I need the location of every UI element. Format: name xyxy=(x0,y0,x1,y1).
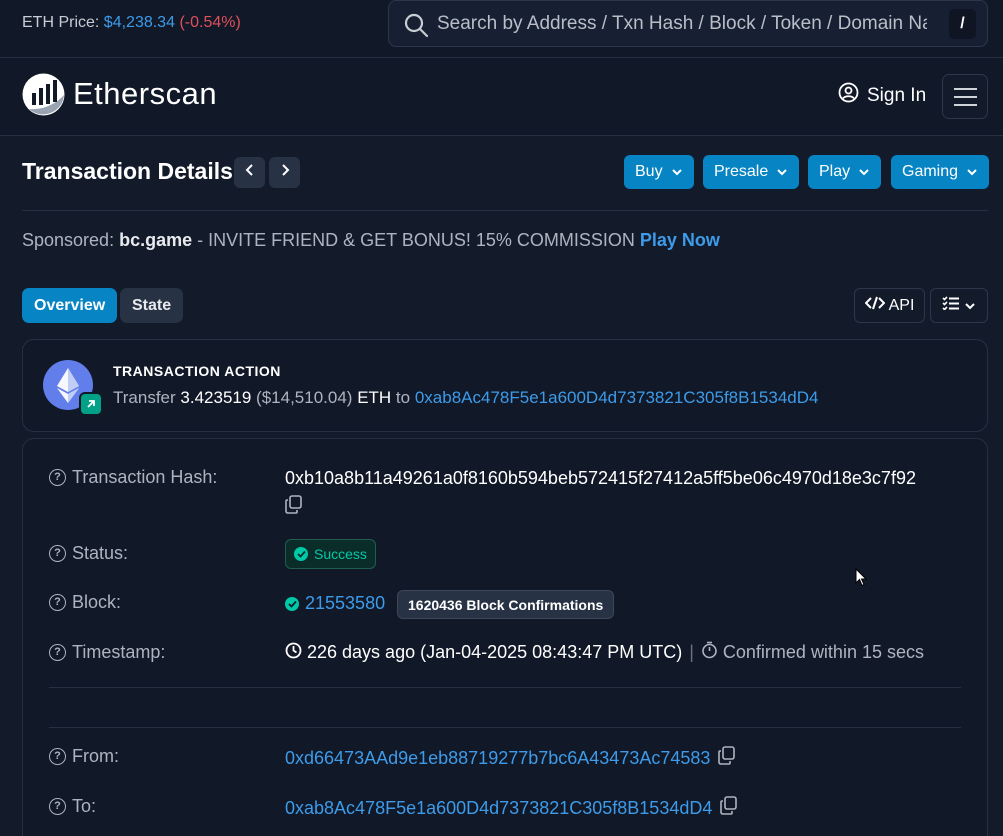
action-to-word: to xyxy=(395,388,411,407)
action-token: ETH xyxy=(357,388,392,407)
timestamp-label: ? Timestamp: xyxy=(49,642,165,663)
check-circle-icon xyxy=(294,547,308,561)
action-to-address-link[interactable]: 0xab8Ac478F5e1a600D4d7373821C305f8B1534d… xyxy=(415,388,819,407)
transaction-action-title: TRANSACTION ACTION xyxy=(113,363,281,379)
stopwatch-icon xyxy=(701,641,718,664)
question-circle-icon[interactable]: ? xyxy=(49,798,66,815)
gaming-dropdown[interactable]: Gaming xyxy=(891,155,990,189)
eth-price-label: ETH Price: xyxy=(22,14,100,31)
chevron-down-icon xyxy=(671,163,683,181)
search-shortcut-key: / xyxy=(949,9,976,39)
divider xyxy=(22,210,988,211)
chevron-right-icon xyxy=(280,163,290,182)
eth-price-value[interactable]: $4,238.34 xyxy=(104,14,175,31)
question-circle-icon[interactable]: ? xyxy=(49,748,66,765)
play-dropdown[interactable]: Play xyxy=(808,155,882,189)
transaction-hash-label: ? Transaction Hash: xyxy=(49,467,217,488)
action-usd: ($14,510.04) xyxy=(256,388,353,407)
to-label: ? To: xyxy=(49,796,96,817)
list-icon xyxy=(942,296,960,315)
menu-icon xyxy=(954,88,977,90)
timestamp-separator: | xyxy=(689,642,694,662)
code-icon xyxy=(864,296,886,315)
chevron-left-icon xyxy=(245,163,255,182)
search-icon xyxy=(403,12,429,43)
status-label: ? Status: xyxy=(49,543,128,564)
mouse-cursor-icon xyxy=(855,567,868,592)
tab-overview[interactable]: Overview xyxy=(22,288,118,323)
presale-label: Presale xyxy=(714,163,769,180)
sponsored-cta-link[interactable]: Play Now xyxy=(640,230,720,250)
question-circle-icon[interactable]: ? xyxy=(49,644,66,661)
eth-price: ETH Price: $4,238.34 (-0.54%) xyxy=(22,14,241,32)
transaction-action-summary: Transfer 3.423519 ($14,510.04) ETH to 0x… xyxy=(113,388,818,408)
divider xyxy=(49,687,961,688)
eth-price-change: (-0.54%) xyxy=(179,14,241,31)
gaming-label: Gaming xyxy=(902,163,959,180)
sign-in-label: Sign In xyxy=(867,84,927,106)
sponsored-text: - INVITE FRIEND & GET BONUS! 15% COMMISS… xyxy=(192,230,640,250)
play-label: Play xyxy=(819,163,851,180)
arrow-up-right-icon xyxy=(79,392,103,416)
tab-state[interactable]: State xyxy=(120,288,184,323)
block-confirmations-badge: 1620436 Block Confirmations xyxy=(397,590,615,619)
sponsor-name[interactable]: bc.game xyxy=(119,230,192,250)
top-bar: ETH Price: $4,238.34 (-0.54%) / xyxy=(0,0,1003,58)
block-number-link[interactable]: 21553580 xyxy=(305,593,385,614)
block-label: ? Block: xyxy=(49,592,121,613)
check-circle-icon xyxy=(285,596,299,611)
transaction-hash-text: 0xb10a8b11a49261a0f8160b594beb572415f274… xyxy=(285,468,916,488)
brand-name[interactable]: Etherscan xyxy=(73,76,217,112)
view-options-dropdown[interactable] xyxy=(930,288,988,323)
from-address: 0xd66473AAd9e1eb88719277b7bc6A43473Ac745… xyxy=(285,746,736,770)
chevron-down-icon xyxy=(966,163,978,181)
confirmed-within-text: Confirmed within 15 secs xyxy=(722,642,924,662)
block-number[interactable]: 21553580 xyxy=(285,593,385,614)
question-circle-icon[interactable]: ? xyxy=(49,594,66,611)
status-badge: Success xyxy=(285,539,376,569)
action-amount: 3.423519 xyxy=(180,388,252,407)
sponsored-label: Sponsored: xyxy=(22,230,115,250)
search-input[interactable] xyxy=(437,9,927,39)
sponsored-banner: Sponsored: bc.game - INVITE FRIEND & GET… xyxy=(22,230,720,251)
transaction-hash-value: 0xb10a8b11a49261a0f8160b594beb572415f274… xyxy=(285,468,916,519)
etherscan-logo-icon[interactable] xyxy=(22,73,65,121)
next-transaction-button[interactable] xyxy=(269,157,300,188)
presale-dropdown[interactable]: Presale xyxy=(703,155,800,189)
chevron-down-icon xyxy=(858,163,870,181)
status-text: Success xyxy=(314,546,367,562)
transaction-details-card: ? Transaction Hash: 0xb10a8b11a49261a0f8… xyxy=(22,438,988,836)
copy-icon[interactable] xyxy=(285,495,303,519)
previous-transaction-button[interactable] xyxy=(234,157,265,188)
copy-icon[interactable] xyxy=(720,796,738,820)
page-title: Transaction Details xyxy=(22,158,233,184)
from-label: ? From: xyxy=(49,746,119,767)
api-button[interactable]: API xyxy=(854,288,925,323)
to-address-link[interactable]: 0xab8Ac478F5e1a600D4d7373821C305f8B1534d… xyxy=(285,798,712,819)
to-address: 0xab8Ac478F5e1a600D4d7373821C305f8B1534d… xyxy=(285,796,738,820)
question-circle-icon[interactable]: ? xyxy=(49,545,66,562)
buy-label: Buy xyxy=(635,163,663,180)
sign-in-link[interactable]: Sign In xyxy=(838,82,926,109)
navbar: Etherscan Sign In xyxy=(0,58,1003,136)
divider xyxy=(49,727,961,728)
search-box[interactable]: / xyxy=(388,0,988,47)
user-circle-icon xyxy=(838,82,859,109)
clock-icon xyxy=(285,642,302,664)
timestamp-value: 226 days ago (Jan-04-2025 08:43:47 PM UT… xyxy=(285,641,924,664)
question-circle-icon[interactable]: ? xyxy=(49,469,66,486)
api-label: API xyxy=(888,296,915,314)
action-verb: Transfer xyxy=(113,388,176,407)
buy-dropdown[interactable]: Buy xyxy=(624,155,694,189)
from-address-link[interactable]: 0xd66473AAd9e1eb88719277b7bc6A43473Ac745… xyxy=(285,748,710,769)
chevron-down-icon xyxy=(776,163,788,181)
transaction-action-card: TRANSACTION ACTION Transfer 3.423519 ($1… xyxy=(22,339,988,432)
timestamp-text: 226 days ago (Jan-04-2025 08:43:47 PM UT… xyxy=(307,642,683,662)
copy-icon[interactable] xyxy=(718,746,736,770)
menu-button[interactable] xyxy=(942,74,988,119)
chevron-down-icon xyxy=(964,297,976,315)
